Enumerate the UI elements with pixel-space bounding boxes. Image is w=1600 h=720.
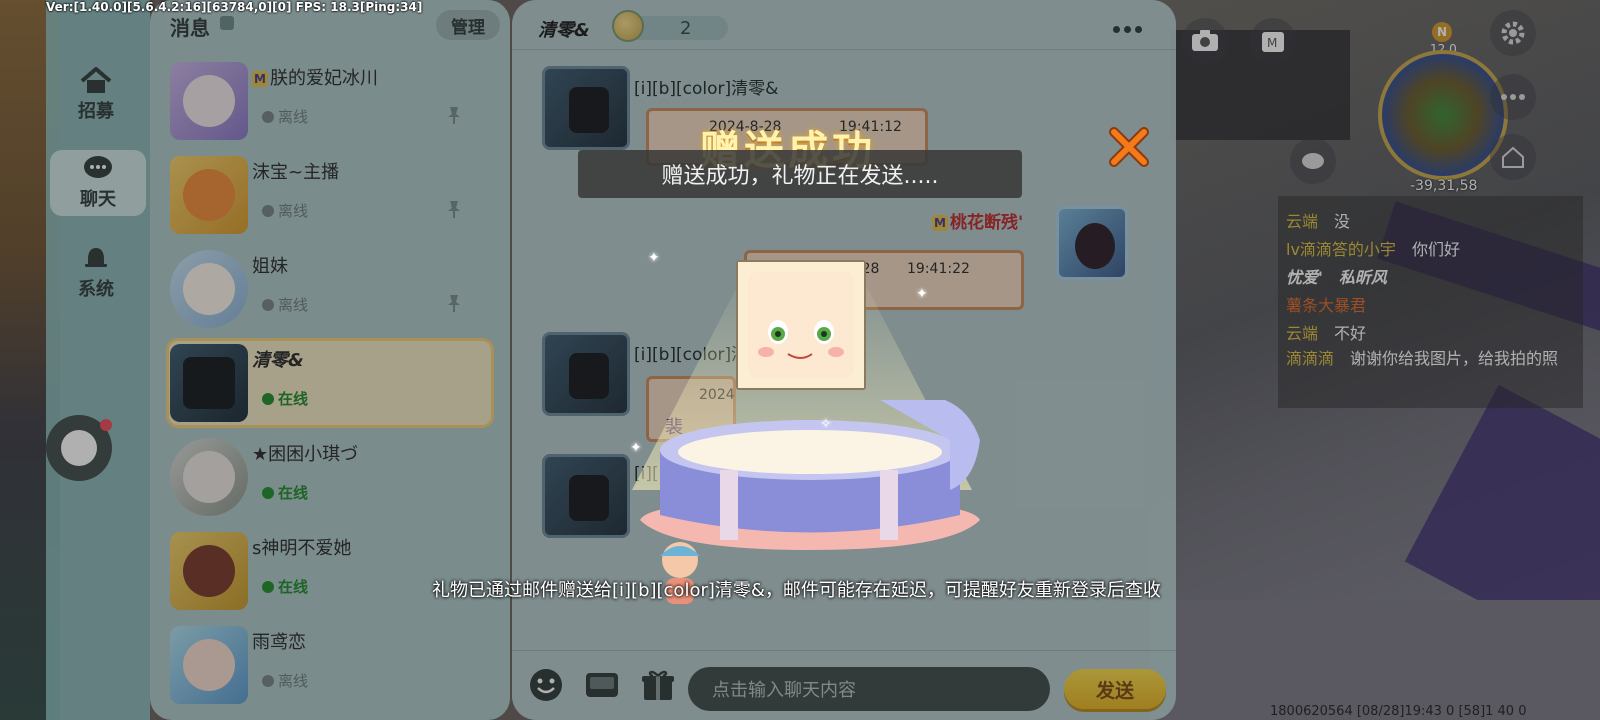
- gift-mail-note: 礼物已通过邮件赠送给[i][b][color]清零&，邮件可能存在延迟，可提醒好…: [432, 580, 1161, 601]
- sparkle-icon: ✦: [630, 440, 642, 456]
- close-icon[interactable]: [1108, 126, 1150, 168]
- sparkle-icon: ✦: [648, 250, 660, 266]
- gift-box-illustration: [640, 400, 980, 550]
- sparkle-icon: ✦: [916, 286, 928, 302]
- sparkle-icon: ✧: [820, 416, 832, 432]
- gift-success-popup: 赠送成功 赠送成功，礼物正在发送..... ✦ ✦ ✦ ✧: [0, 0, 1600, 720]
- gift-sending-toast: 赠送成功，礼物正在发送.....: [578, 150, 1022, 198]
- debug-overlay: Ver:[1.40.0][5.6.4.2:16][63784,0][0] FPS…: [46, 0, 423, 14]
- gift-item-card: [736, 260, 866, 390]
